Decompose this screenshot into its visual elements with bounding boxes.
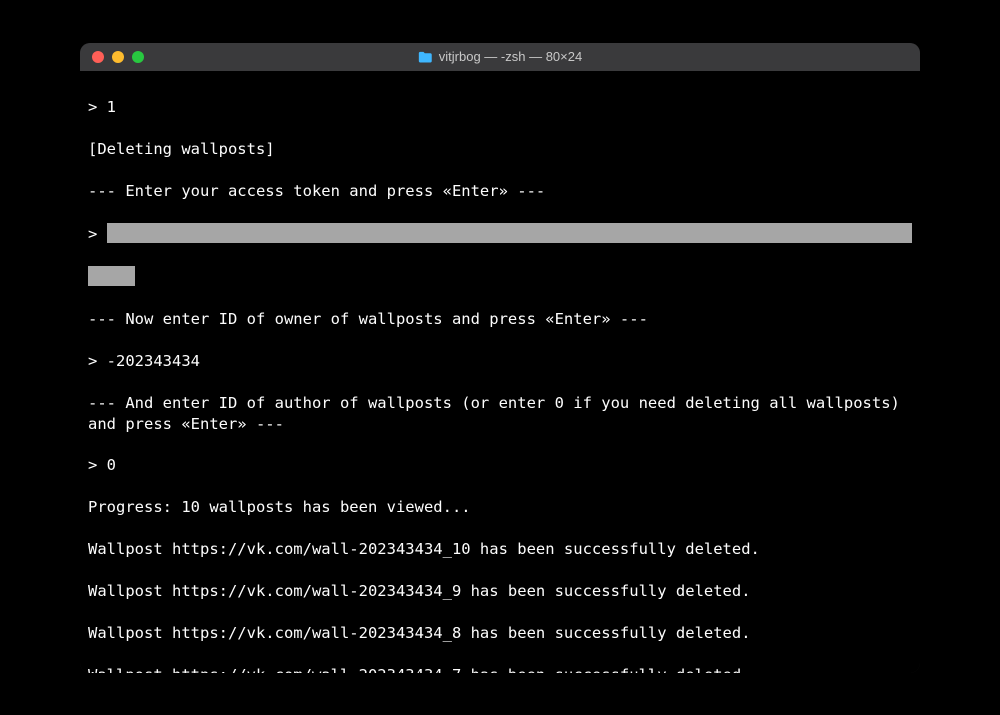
terminal-line: > -202343434 [88, 351, 912, 372]
terminal-line: --- And enter ID of author of wallposts … [88, 393, 912, 435]
prompt-symbol: > [88, 225, 107, 243]
terminal-line-selected [88, 266, 912, 288]
terminal-body[interactable]: > 1 [Deleting wallposts] --- Enter your … [80, 71, 920, 673]
window-title: vitjrbog — -zsh — 80×24 [418, 49, 582, 64]
terminal-line: > 0 [88, 455, 912, 476]
maximize-icon[interactable] [132, 51, 144, 63]
terminal-line: --- Now enter ID of owner of wallposts a… [88, 309, 912, 330]
terminal-line: > 1 [88, 97, 912, 118]
window-title-text: vitjrbog — -zsh — 80×24 [439, 49, 582, 64]
terminal-line-selected: > [88, 223, 912, 245]
terminal-line: Wallpost https://vk.com/wall-202343434_9… [88, 581, 912, 602]
terminal-line: --- Enter your access token and press «E… [88, 181, 912, 202]
traffic-lights [80, 51, 144, 63]
minimize-icon[interactable] [112, 51, 124, 63]
selection-highlight [107, 223, 912, 243]
close-icon[interactable] [92, 51, 104, 63]
titlebar[interactable]: vitjrbog — -zsh — 80×24 [80, 43, 920, 71]
terminal-line: Wallpost https://vk.com/wall-202343434_8… [88, 623, 912, 644]
terminal-line: [Deleting wallposts] [88, 139, 912, 160]
terminal-line: Wallpost https://vk.com/wall-202343434_7… [88, 665, 912, 673]
terminal-line: Wallpost https://vk.com/wall-202343434_1… [88, 539, 912, 560]
folder-icon [418, 51, 433, 63]
selection-highlight [88, 266, 135, 286]
terminal-window: vitjrbog — -zsh — 80×24 > 1 [Deleting wa… [80, 43, 920, 673]
terminal-line: Progress: 10 wallposts has been viewed..… [88, 497, 912, 518]
